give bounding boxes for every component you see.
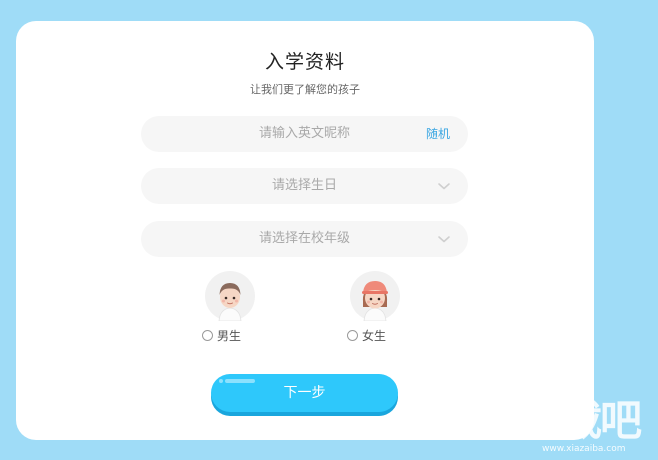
page-subtitle: 让我们更了解您的孩子 — [250, 83, 360, 96]
next-step-label: 下一步 — [283, 385, 326, 401]
grade-placeholder: 请选择在校年级 — [258, 231, 350, 246]
next-step-button[interactable]: 下一步 — [211, 374, 398, 412]
nickname-input[interactable]: 请输入英文昵称 随机 — [141, 116, 468, 152]
page-title: 入学资料 — [264, 51, 345, 73]
watermark-url: www.xiazaiba.com — [542, 444, 626, 454]
male-radio[interactable] — [202, 329, 213, 341]
female-label: 女生 — [362, 328, 387, 343]
button-highlight — [225, 379, 255, 383]
random-nickname-button[interactable]: 随机 — [426, 116, 450, 152]
button-highlight — [219, 379, 223, 383]
watermark-logo: 下载吧 — [520, 396, 642, 445]
gender-option-male[interactable]: 男生 — [199, 271, 259, 346]
site-watermark: 下载吧 www.xiazaiba.com — [520, 398, 654, 458]
grade-select[interactable]: 请选择在校年级 — [141, 221, 468, 257]
birthday-select[interactable]: 请选择生日 — [141, 168, 468, 204]
female-radio-option[interactable]: 女生 — [347, 327, 386, 343]
boy-avatar-icon[interactable] — [205, 271, 255, 321]
chevron-down-icon — [438, 183, 450, 190]
enrollment-card: 入学资料 让我们更了解您的孩子 请输入英文昵称 随机 请选择生日 请选择在校年级 — [16, 21, 594, 440]
nickname-placeholder: 请输入英文昵称 — [258, 126, 350, 141]
male-label: 男生 — [217, 328, 242, 343]
gender-option-female[interactable]: 女生 — [344, 271, 404, 346]
birthday-placeholder: 请选择生日 — [271, 178, 337, 193]
female-radio[interactable] — [347, 329, 358, 341]
chevron-down-icon — [438, 236, 450, 243]
male-radio-option[interactable]: 男生 — [202, 327, 241, 343]
girl-avatar-icon[interactable] — [350, 271, 400, 321]
